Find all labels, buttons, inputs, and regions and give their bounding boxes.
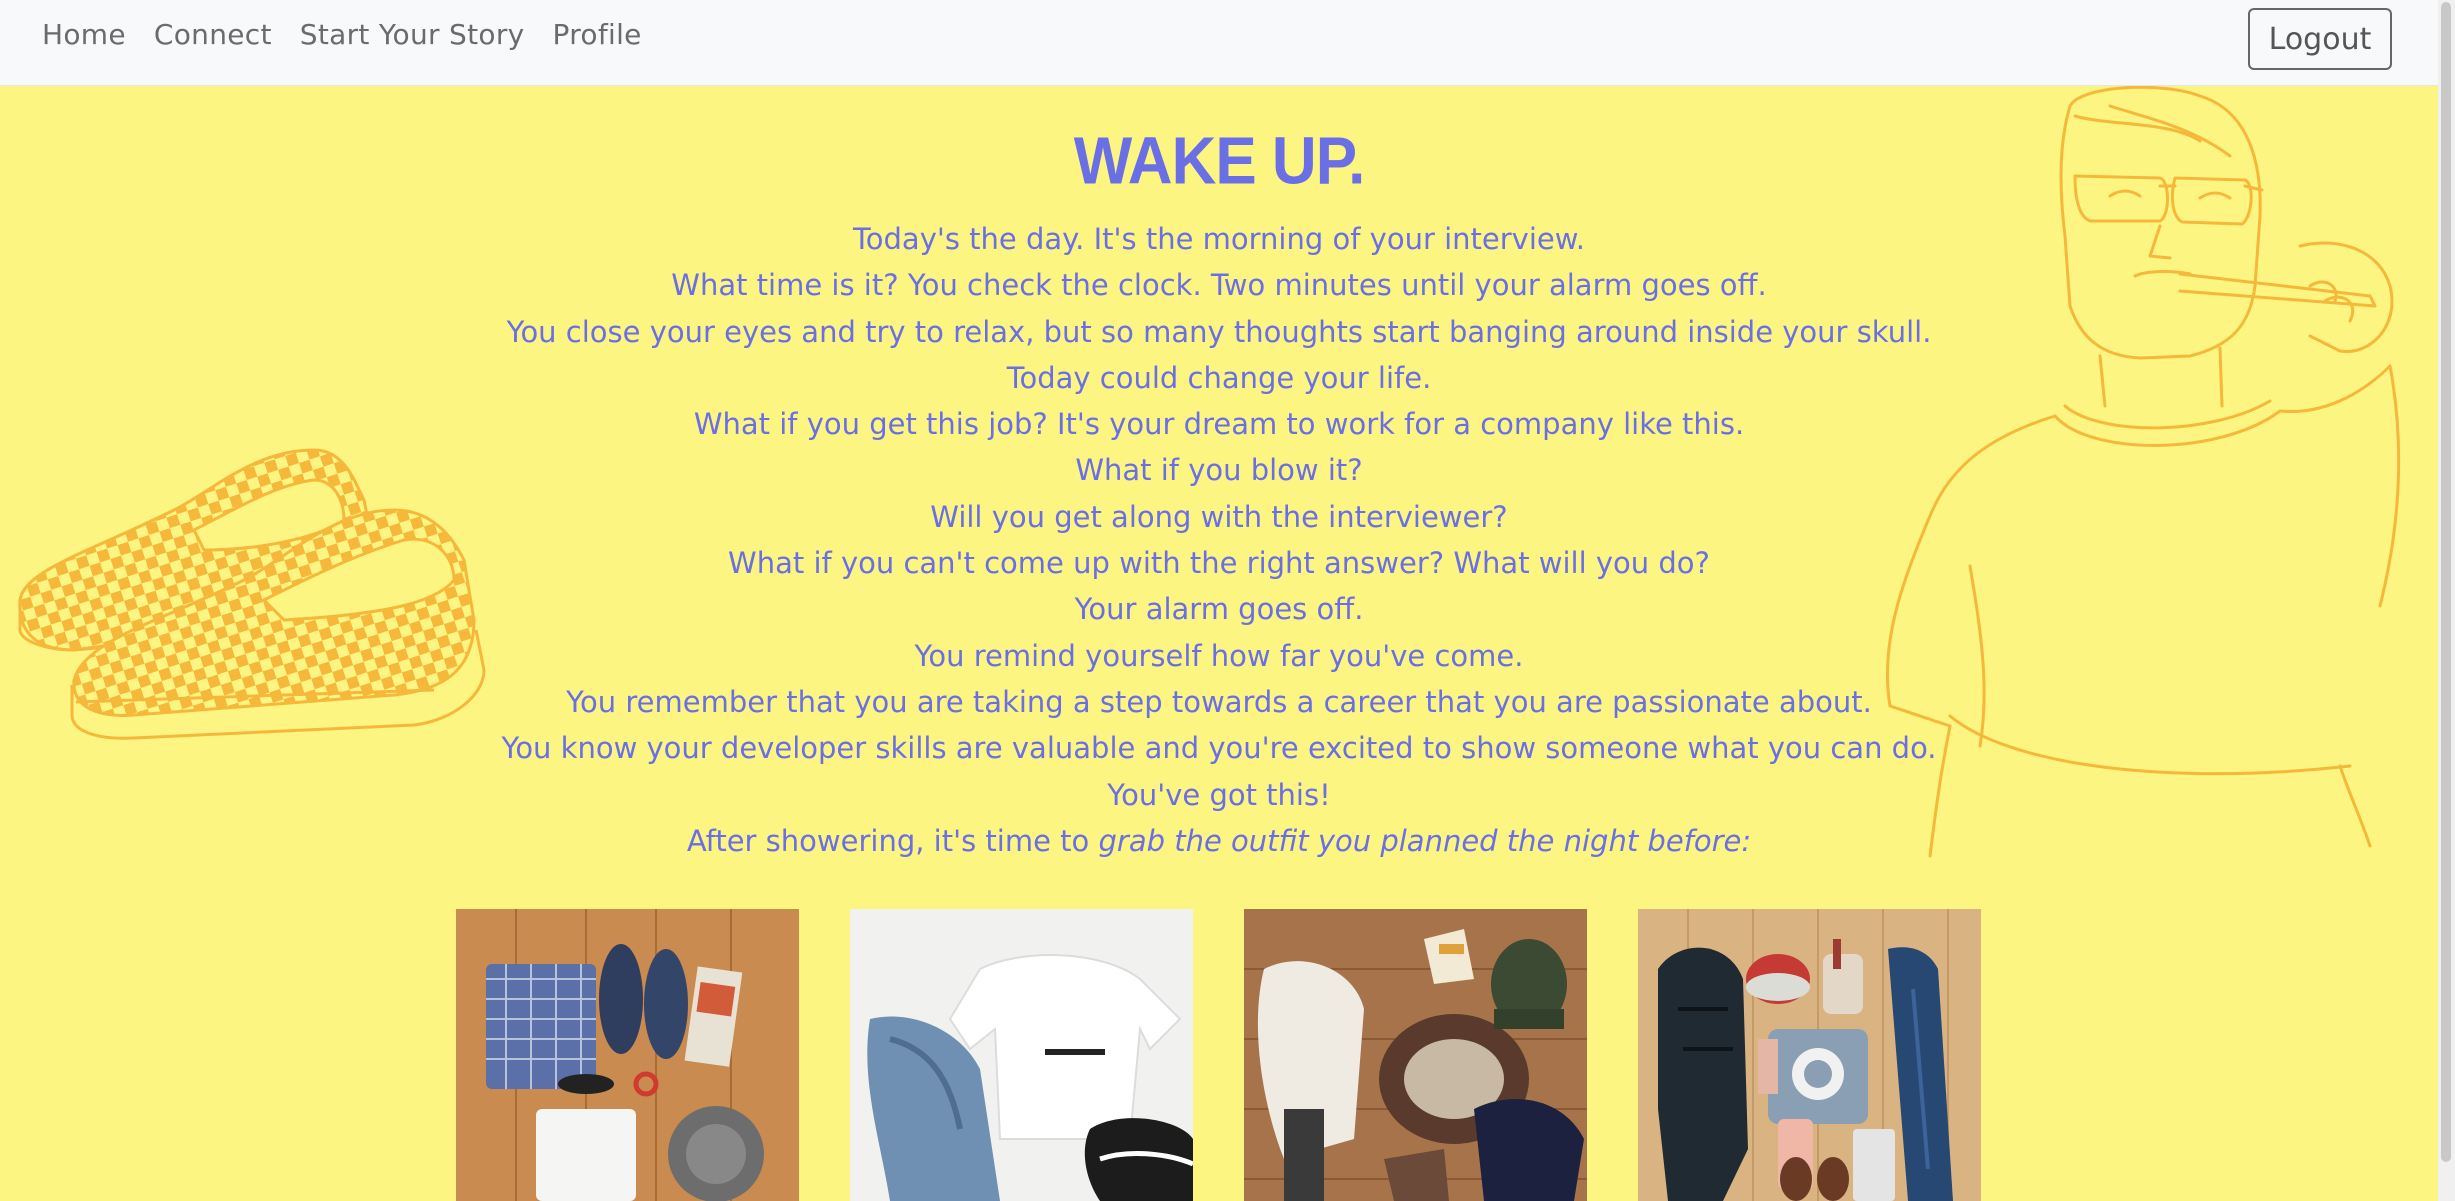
story-line: You remember that you are taking a step …	[566, 684, 1872, 719]
nav-start-your-story-link[interactable]: Start Your Story	[300, 18, 525, 51]
outfit-option-1[interactable]	[456, 909, 799, 1201]
story-line: You close your eyes and try to relax, bu…	[506, 314, 1932, 349]
story-line: Will you get along with the interviewer?	[930, 499, 1508, 534]
nav-connect-link[interactable]: Connect	[154, 18, 272, 51]
nav-profile-link[interactable]: Profile	[553, 18, 642, 51]
story-last-line: After showering, it's time to grab the o…	[0, 818, 2438, 864]
last-line-emphasis: grab the outfit you planned the night be…	[1098, 823, 1752, 858]
story-line: You remind yourself how far you've come.	[914, 638, 1524, 673]
top-navbar: Home Connect Start Your Story Profile Lo…	[0, 0, 2438, 86]
scrollbar-thumb[interactable]	[2441, 2, 2451, 1162]
story-line: What if you blow it?	[1075, 453, 1363, 488]
story-line: What if you can't come up with the right…	[728, 546, 1710, 581]
logout-button[interactable]: Logout	[2248, 8, 2392, 70]
story-title: WAKE UP.	[1073, 124, 1366, 199]
page-scrollbar[interactable]	[2438, 0, 2455, 1201]
outfit-option-2[interactable]	[850, 909, 1193, 1201]
story-line: What time is it? You check the clock. Tw…	[671, 268, 1767, 303]
nav-home-link[interactable]: Home	[42, 18, 126, 51]
story-line: You know your developer skills are valua…	[501, 731, 1937, 766]
story-line: Your alarm goes off.	[1074, 592, 1364, 627]
story-line: Today's the day. It's the morning of you…	[852, 222, 1585, 256]
outfit-option-3[interactable]	[1244, 909, 1587, 1201]
story-text: Today's the day. It's the morning of you…	[0, 216, 2438, 864]
story-line: What if you get this job? It's your drea…	[693, 407, 1745, 442]
outfit-option-4[interactable]	[1638, 909, 1981, 1201]
story-line: You've got this!	[1107, 777, 1331, 812]
last-line-prefix: After showering, it's time to	[686, 823, 1090, 858]
nav-links: Home Connect Start Your Story Profile	[42, 18, 670, 51]
story-line: Today could change your life.	[1006, 360, 1432, 395]
